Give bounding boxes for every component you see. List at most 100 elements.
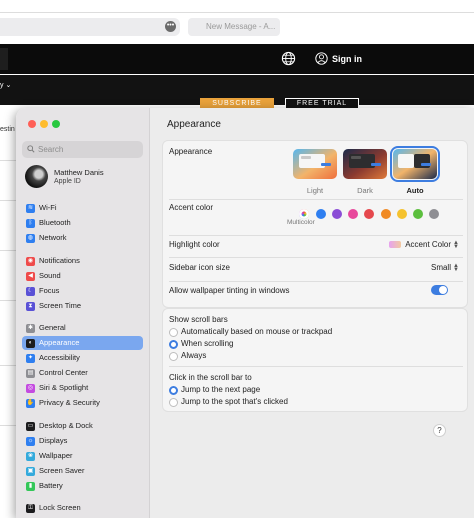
highlight-color-popup[interactable]: Accent Color ▲ ▼ [389, 240, 459, 250]
accent-color-swatch[interactable] [316, 209, 326, 219]
divider [169, 366, 463, 367]
sidebar-item-label: Appearance [39, 338, 80, 347]
accent-color-swatch[interactable] [397, 209, 407, 219]
appearance-label: Appearance [169, 147, 213, 156]
scroll-always-radio[interactable] [169, 352, 178, 361]
wifi-icon: ≋ [26, 203, 35, 213]
accent-color-swatch[interactable] [429, 209, 439, 219]
browser-tab[interactable]: New Message - A... [188, 18, 280, 36]
sidebar-item-label: Control Center [39, 368, 88, 377]
sidebar-item-screen-saver[interactable]: ▣ Screen Saver [22, 464, 143, 478]
bell-icon: ◉ [26, 256, 35, 266]
appearance-icon: ◐ [26, 338, 35, 348]
sidebar-item-label: Bluetooth [39, 218, 71, 227]
search-input[interactable] [38, 141, 138, 158]
divider [169, 281, 463, 282]
header-left-block [0, 48, 8, 70]
close-window-button[interactable] [28, 120, 36, 128]
user-icon[interactable] [315, 52, 328, 65]
highlight-color-label: Highlight color [169, 240, 220, 249]
speaker-icon: ◀ [26, 271, 35, 281]
jump-to-spot-label[interactable]: Jump to the spot that's clicked [181, 397, 288, 406]
sign-in-link[interactable]: Sign in [332, 54, 362, 64]
sidebar-icon-size-label: Sidebar icon size [169, 263, 230, 272]
minimize-window-button[interactable] [40, 120, 48, 128]
accent-multicolor-swatch[interactable] [299, 209, 309, 219]
theme-light-option[interactable] [293, 149, 337, 179]
sidebar-item-network[interactable]: ◍ Network [22, 231, 143, 245]
sidebar-item-notifications[interactable]: ◉ Notifications [22, 254, 143, 268]
search-icon [27, 145, 35, 153]
sidebar-item-battery[interactable]: ▮ Battery [22, 479, 143, 493]
site-header [0, 44, 474, 74]
theme-dark-label: Dark [357, 186, 373, 195]
globe-icon[interactable] [281, 51, 296, 66]
sidebar-item-label: Focus [39, 286, 60, 295]
sidebar-item-lock-screen[interactable]: ⚿ Lock Screen [22, 501, 143, 515]
gear-icon: ✱ [26, 323, 35, 333]
search-field[interactable] [22, 141, 143, 158]
sidebar-item-label: Screen Saver [39, 466, 85, 475]
sidebar-item-siri-spotlight[interactable]: ◎ Siri & Spotlight [22, 381, 143, 395]
sidebar-icon-size-popup[interactable]: Small ▲ ▼ [431, 262, 459, 273]
sidebar-item-label: Screen Time [39, 301, 82, 310]
more-options-button[interactable]: ••• [165, 21, 176, 32]
sidebar-item-sound[interactable]: ◀ Sound [22, 269, 143, 283]
scroll-always-label[interactable]: Always [181, 351, 206, 360]
sidebar-item-appearance[interactable]: ◐ Appearance [22, 336, 143, 350]
divider [169, 199, 463, 200]
accent-color-swatch[interactable] [332, 209, 342, 219]
page-dividers [0, 150, 16, 450]
display-icon: ☼ [26, 436, 35, 446]
accent-color-swatch[interactable] [348, 209, 358, 219]
sidebar-item-general[interactable]: ✱ General [22, 321, 143, 335]
accent-color-swatch[interactable] [381, 209, 391, 219]
sidebar-item-focus[interactable]: ☾ Focus [22, 284, 143, 298]
sidebar-item-label: Sound [39, 271, 61, 280]
sidebar-item-control-center[interactable]: ▤ Control Center [22, 366, 143, 380]
page-title: Appearance [167, 119, 221, 130]
menu-dropdown[interactable]: y ⌄ [0, 81, 11, 89]
accent-color-swatch[interactable] [413, 209, 423, 219]
scroll-when-scrolling-radio[interactable] [169, 340, 178, 349]
hourglass-icon: ⧗ [26, 301, 35, 311]
divider [169, 235, 463, 236]
scroll-when-scrolling-label[interactable]: When scrolling [181, 339, 233, 348]
sidebar-item-privacy-security[interactable]: ✋ Privacy & Security [22, 396, 143, 410]
sidebar-item-label: Accessibility [39, 353, 80, 362]
scroll-auto-label[interactable]: Automatically based on mouse or trackpad [181, 327, 332, 336]
sidebar-item-label: General [39, 323, 66, 332]
sidebar-item-label: Siri & Spotlight [39, 383, 89, 392]
theme-auto-option[interactable] [390, 146, 440, 182]
address-bar[interactable] [0, 18, 180, 36]
chevron-updown-icon: ▲ ▼ [453, 262, 459, 273]
theme-dark-option[interactable] [343, 149, 387, 179]
wallpaper-tinting-label: Allow wallpaper tinting in windows [169, 286, 290, 295]
jump-to-spot-radio[interactable] [169, 398, 178, 407]
sidebar-item-accessibility[interactable]: ✦ Accessibility [22, 351, 143, 365]
help-button[interactable]: ? [433, 424, 446, 437]
profile-subtitle: Apple ID [54, 178, 81, 185]
page-text-fragment: estin [0, 126, 15, 133]
wallpaper-tinting-toggle[interactable] [431, 285, 448, 295]
sidebar-item-bluetooth[interactable]: ᛒ Bluetooth [22, 216, 143, 230]
scroll-auto-radio[interactable] [169, 328, 178, 337]
sidebar-item-desktop-dock[interactable]: ▭ Desktop & Dock [22, 419, 143, 433]
sidebar-item-wallpaper[interactable]: ❀ Wallpaper [22, 449, 143, 463]
jump-next-page-radio[interactable] [169, 386, 178, 395]
accent-color-swatch[interactable] [364, 209, 374, 219]
sidebar-item-label: Battery [39, 481, 63, 490]
sidebar-item-displays[interactable]: ☼ Displays [22, 434, 143, 448]
control-center-icon: ▤ [26, 368, 35, 378]
moon-icon: ☾ [26, 286, 35, 296]
profile-name: Matthew Danis [54, 168, 104, 177]
apple-id-profile[interactable]: Matthew Danis Apple ID [22, 164, 143, 192]
zoom-window-button[interactable] [52, 120, 60, 128]
sidebar-item-screen-time[interactable]: ⧗ Screen Time [22, 299, 143, 313]
show-scroll-bars-label: Show scroll bars [169, 315, 228, 324]
sidebar-item-wi-fi[interactable]: ≋ Wi-Fi [22, 201, 143, 215]
jump-next-page-label[interactable]: Jump to the next page [181, 385, 260, 394]
sidebar-item-label: Wallpaper [39, 451, 73, 460]
lock-icon: ⚿ [26, 503, 35, 513]
bluetooth-icon: ᛒ [26, 218, 35, 228]
